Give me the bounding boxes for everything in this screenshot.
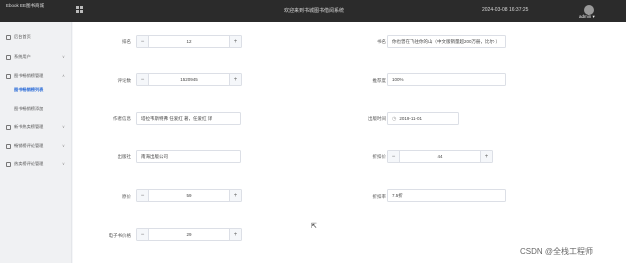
- original-price-value[interactable]: 59: [149, 190, 229, 201]
- original-price-decrement-button[interactable]: −: [137, 190, 149, 201]
- comment-count-label: 评论数: [117, 78, 132, 83]
- welcome-text: 欢迎来到书城图书借阅系统: [284, 8, 345, 14]
- user-menu[interactable]: admin ▾: [579, 14, 595, 20]
- form-panel: 排名 − 12 + 书名 你也曾在飞往你的山（中文版销量超200万册，比尔·） …: [73, 22, 626, 263]
- chevron-down-icon: ∨: [62, 124, 65, 129]
- comment-icon: [6, 161, 11, 167]
- sidebar-item-bestseller-manage[interactable]: 图书畅销榜管理 ∧: [6, 71, 70, 81]
- recommend-label: 推荐度: [372, 78, 387, 83]
- chevron-down-icon: ∨: [62, 54, 65, 59]
- mouse-cursor-icon: ⇱: [311, 223, 317, 230]
- ebook-price-increment-button[interactable]: +: [229, 229, 241, 240]
- comment-count-stepper[interactable]: − 1520945 +: [136, 73, 242, 86]
- ebook-price-decrement-button[interactable]: −: [137, 229, 149, 240]
- discount-price-label: 折扣价: [372, 154, 387, 159]
- original-price-increment-button[interactable]: +: [229, 190, 241, 201]
- chevron-up-icon: ∧: [62, 73, 65, 78]
- discount-rate-input[interactable]: 7.5折: [387, 189, 506, 202]
- discount-price-value[interactable]: 44: [400, 151, 480, 162]
- comment-count-increment-button[interactable]: +: [229, 74, 241, 85]
- chevron-down-icon: ∨: [62, 143, 65, 148]
- home-icon: [6, 34, 11, 40]
- comment-count-value[interactable]: 1520945: [149, 74, 229, 85]
- publish-date-picker[interactable]: ◷ 2019-11-01: [387, 112, 459, 125]
- sidebar-item-hotsale-comments[interactable]: 热卖榜评论管理 ∨: [6, 159, 70, 169]
- publish-date-value: 2019-11-01: [399, 116, 423, 121]
- app-logo[interactable]: Ebook EE图书商城: [6, 3, 44, 9]
- original-price-stepper[interactable]: − 59 +: [136, 189, 242, 202]
- rank-increment-button[interactable]: +: [229, 36, 241, 47]
- sidebar-item-bestseller-add[interactable]: 图书畅销榜添加: [14, 104, 70, 114]
- book-icon: [6, 124, 11, 130]
- sidebar: 后台首页 系统用户 ∨ 图书畅销榜管理 ∧ 图书畅销榜列表 图书畅销榜添加 新书…: [0, 22, 72, 263]
- original-price-label: 原价: [122, 194, 131, 199]
- rank-value[interactable]: 12: [149, 36, 229, 47]
- rank-label: 排名: [122, 39, 131, 44]
- top-bar: Ebook EE图书商城 欢迎来到书城图书借阅系统 2024-03-08 16:…: [0, 0, 626, 22]
- ebook-price-label: 电子书价格: [108, 233, 132, 238]
- author-input[interactable]: 塔拉韦斯特弗 任爱红 著，任爱红 译: [136, 112, 241, 125]
- discount-price-stepper[interactable]: − 44 +: [387, 150, 493, 163]
- title-label: 书名: [377, 39, 386, 44]
- author-label: 作者信息: [113, 116, 131, 121]
- calendar-icon: ◷: [392, 115, 397, 122]
- discount-rate-label: 折扣率: [372, 194, 387, 199]
- sidebar-item-bestseller-list[interactable]: 图书畅销榜列表: [14, 85, 70, 95]
- menu-toggle-icon[interactable]: [76, 6, 83, 13]
- recommend-input[interactable]: 100%: [387, 73, 506, 86]
- publish-date-label: 出版时间: [368, 116, 386, 121]
- user-icon: [6, 54, 11, 60]
- publisher-input[interactable]: 南海出版公司: [136, 150, 241, 163]
- watermark: CSDN @全栈工程师: [520, 247, 594, 256]
- discount-price-increment-button[interactable]: +: [480, 151, 492, 162]
- chevron-down-icon: ∨: [62, 161, 65, 166]
- sidebar-item-system-users[interactable]: 系统用户 ∨: [6, 52, 70, 62]
- book-icon: [6, 73, 11, 79]
- ebook-price-stepper[interactable]: − 29 +: [136, 228, 242, 241]
- rank-stepper[interactable]: − 12 +: [136, 35, 242, 48]
- sidebar-item-newbook-manage[interactable]: 新书热卖榜管理 ∨: [6, 122, 70, 132]
- current-datetime: 2024-03-08 16:37:25: [482, 7, 529, 13]
- sidebar-item-bestseller-comments[interactable]: 畅销榜评论管理 ∨: [6, 141, 70, 151]
- comment-count-decrement-button[interactable]: −: [137, 74, 149, 85]
- discount-price-decrement-button[interactable]: −: [388, 151, 400, 162]
- sidebar-item-home[interactable]: 后台首页: [6, 32, 70, 42]
- rank-decrement-button[interactable]: −: [137, 36, 149, 47]
- comment-icon: [6, 143, 11, 149]
- publisher-label: 出版社: [117, 154, 132, 159]
- title-input[interactable]: 你也曾在飞往你的山（中文版销量超200万册，比尔·）: [387, 35, 506, 48]
- ebook-price-value[interactable]: 29: [149, 229, 229, 240]
